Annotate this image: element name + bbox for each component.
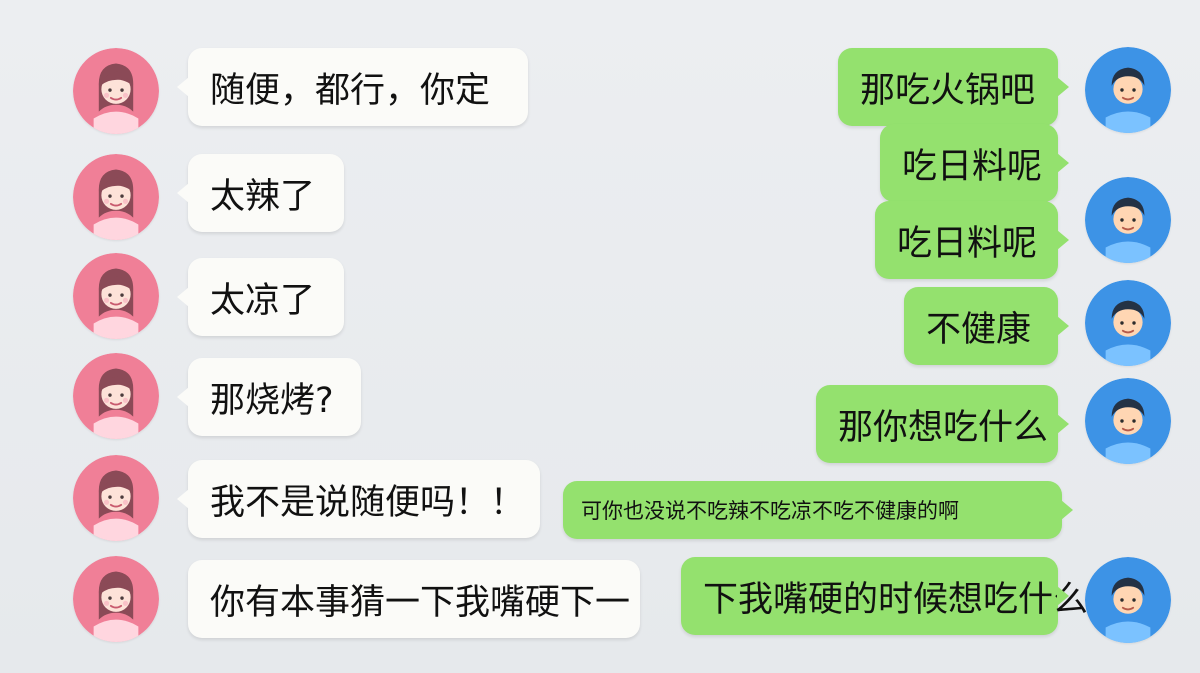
male-avatar[interactable]	[1085, 557, 1171, 643]
right-message-bubble[interactable]: 吃日料呢	[880, 124, 1069, 202]
female-avatar[interactable]	[73, 455, 159, 541]
female-avatar[interactable]	[73, 556, 159, 642]
male-avatar[interactable]	[1085, 280, 1171, 366]
female-avatar[interactable]	[73, 48, 159, 134]
female-avatar[interactable]	[73, 253, 159, 339]
female-avatar[interactable]	[73, 154, 159, 240]
right-message-bubble[interactable]: 吃日料呢	[875, 201, 1069, 279]
left-message-bubble[interactable]: 太凉了	[177, 258, 344, 336]
right-message-bubble[interactable]: 可你也没说不吃辣不吃凉不吃不健康的啊	[563, 481, 1073, 539]
left-message-bubble[interactable]: 随便，都行，你定	[177, 48, 528, 126]
left-message-bubble[interactable]: 我不是说随便吗！！	[177, 460, 540, 538]
left-message-bubble[interactable]: 你有本事猜一下我嘴硬下一	[188, 560, 640, 638]
right-message-bubble[interactable]: 下我嘴硬的时候想吃什么	[681, 557, 1088, 635]
right-message-bubble[interactable]: 那吃火锅吧	[838, 48, 1069, 126]
chat-screen: 随便，都行，你定 太辣了 太凉了 那烧烤? 我不是说随便吗！！ 你有本事猜一下我…	[0, 0, 1200, 673]
male-avatar[interactable]	[1085, 378, 1171, 464]
male-avatar[interactable]	[1085, 47, 1171, 133]
left-message-bubble[interactable]: 那烧烤?	[177, 358, 361, 436]
right-message-bubble[interactable]: 不健康	[904, 287, 1069, 365]
left-message-bubble[interactable]: 太辣了	[177, 154, 344, 232]
female-avatar[interactable]	[73, 353, 159, 439]
male-avatar[interactable]	[1085, 177, 1171, 263]
right-message-bubble[interactable]: 那你想吃什么	[816, 385, 1069, 463]
